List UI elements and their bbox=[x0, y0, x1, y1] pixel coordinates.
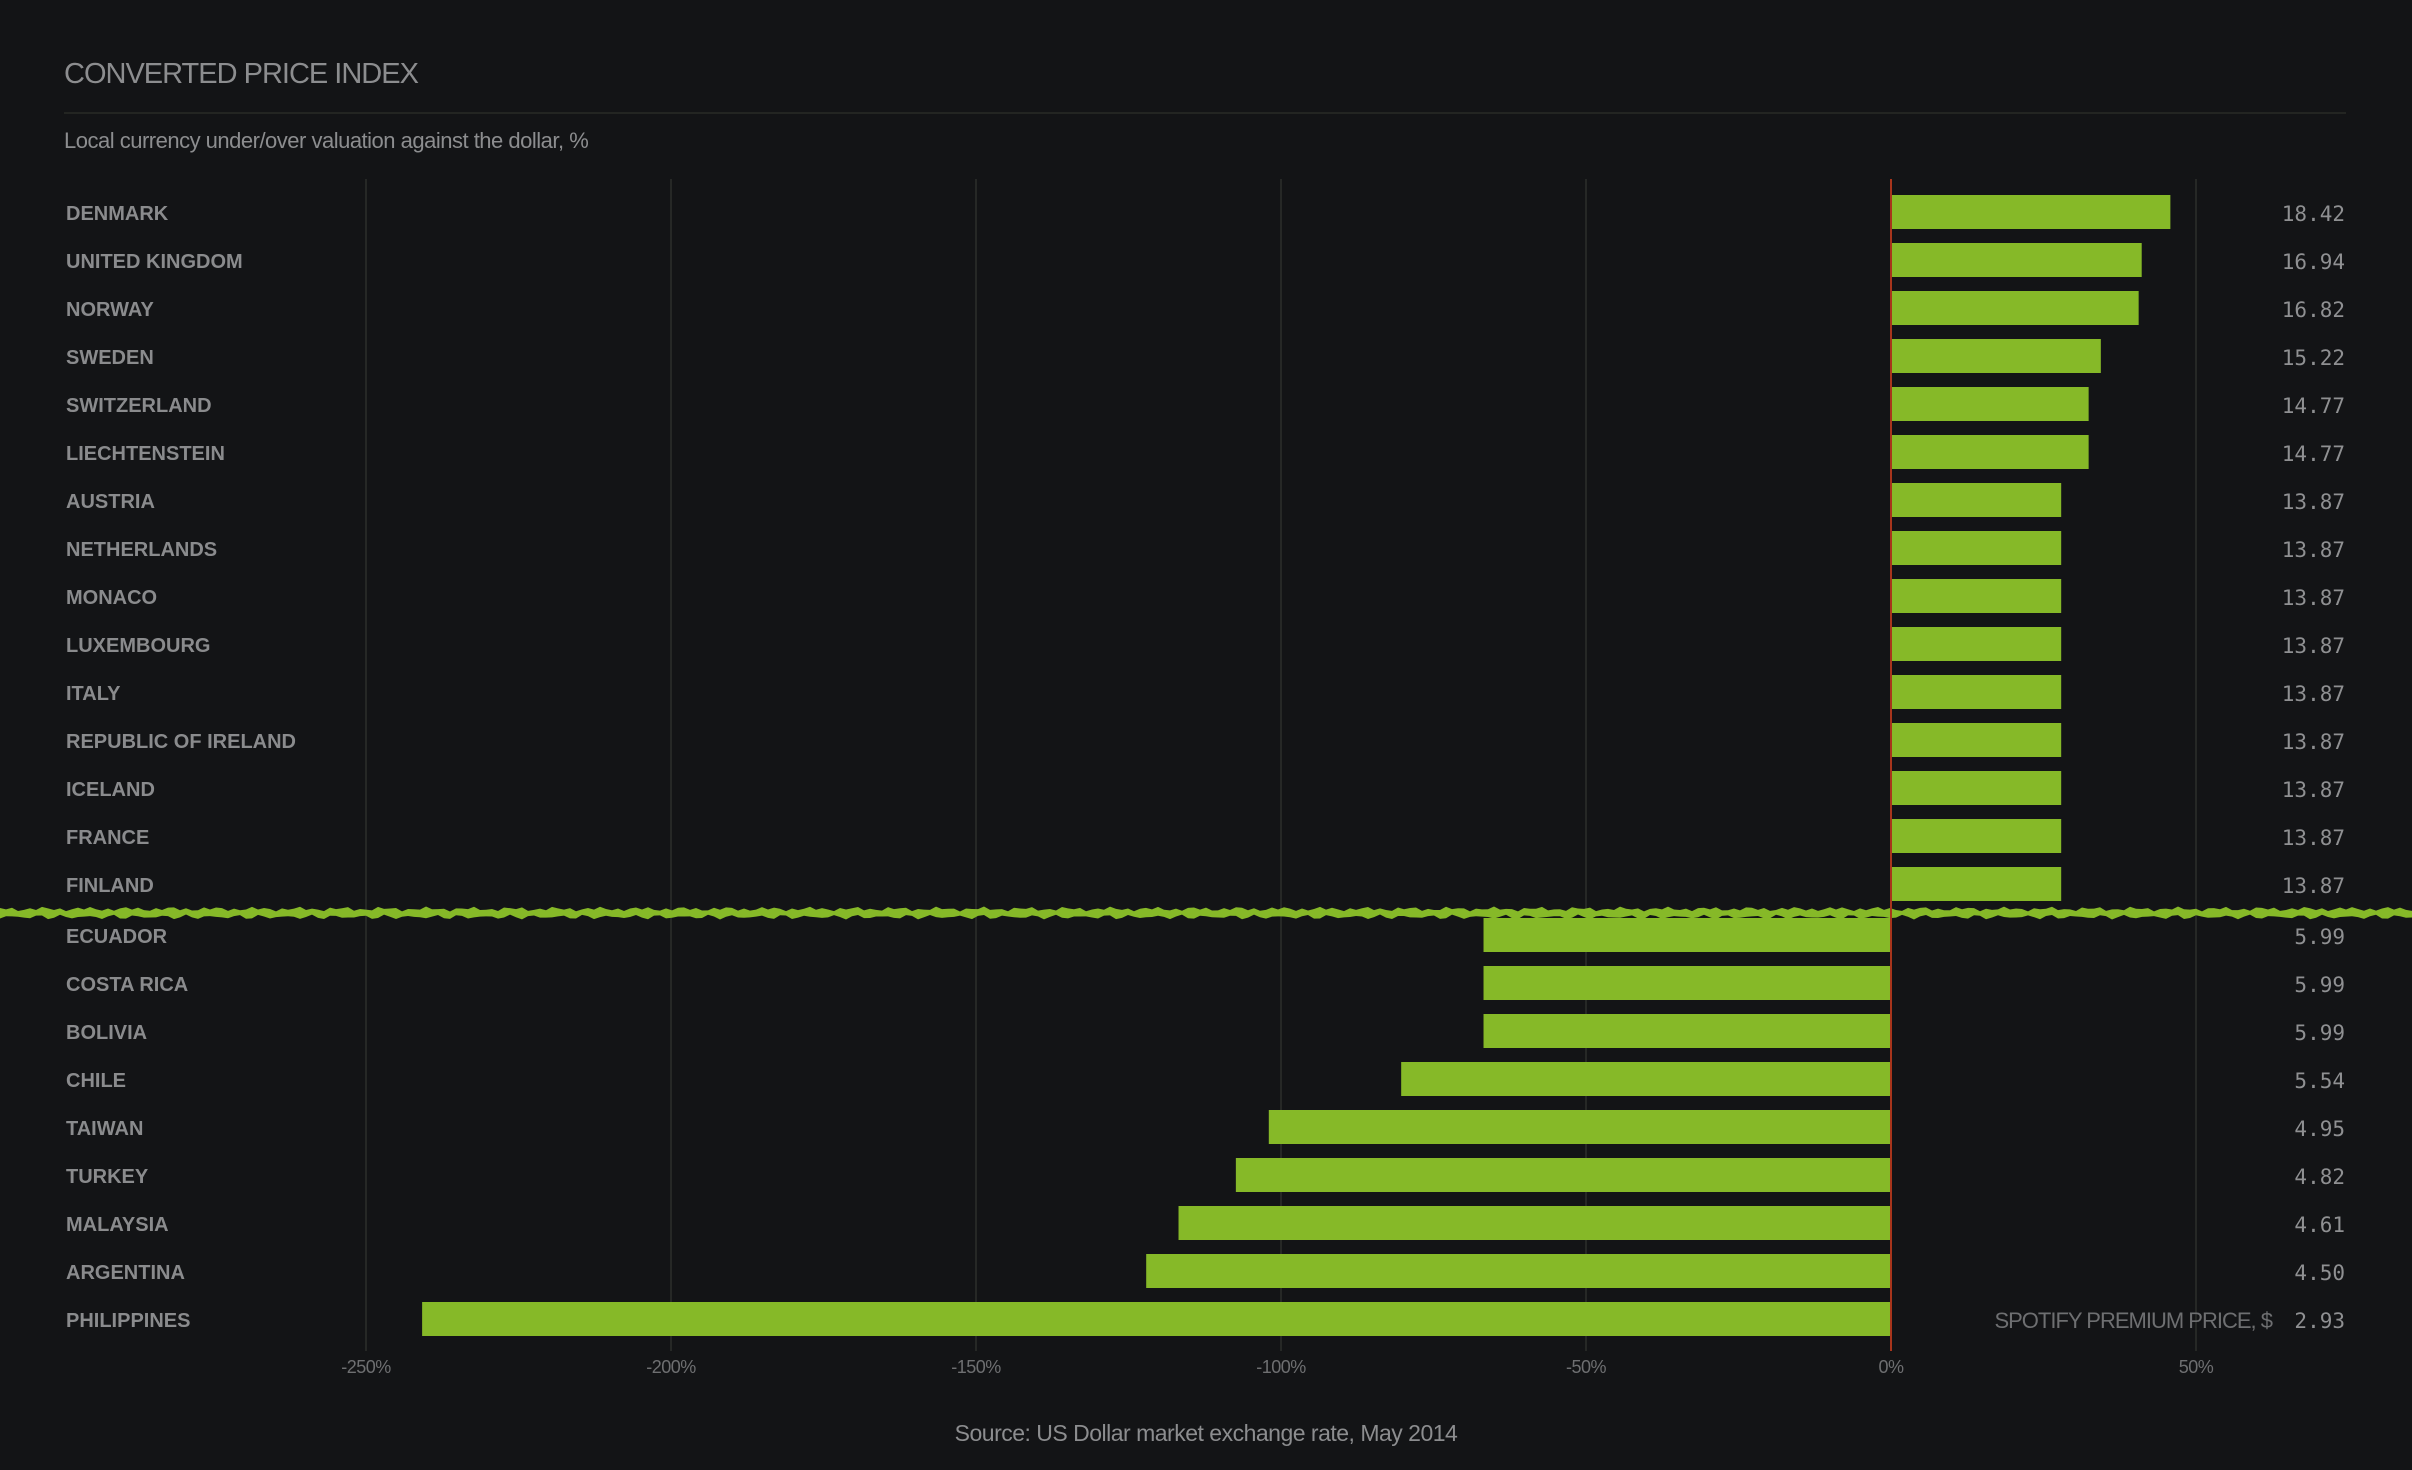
price-value: 13.87 bbox=[2282, 874, 2345, 898]
price-value: 13.87 bbox=[2282, 490, 2345, 514]
source-note: Source: US Dollar market exchange rate, … bbox=[954, 1420, 1458, 1446]
bar bbox=[1891, 579, 2062, 613]
x-tick-label: -250% bbox=[341, 1357, 391, 1377]
x-tick-label: -50% bbox=[1566, 1357, 1607, 1377]
bar bbox=[1891, 243, 2142, 277]
price-values: 18.42 16.94 16.82 15.22 14.77 14.77 13.87 13.87… bbox=[2282, 202, 2345, 1333]
bar bbox=[1483, 1014, 1891, 1048]
bar bbox=[1891, 819, 2062, 853]
category-label: ARGENTINA bbox=[66, 1262, 185, 1284]
bar bbox=[1891, 675, 2062, 709]
bar bbox=[1268, 1110, 1891, 1144]
category-label: SWEDEN bbox=[66, 347, 154, 369]
bars bbox=[422, 195, 2171, 1336]
bar bbox=[1891, 771, 2062, 805]
axis-break-line bbox=[0, 906, 2412, 920]
price-value: 5.99 bbox=[2294, 925, 2345, 949]
bar-chart: DENMARK UNITED KINGDOM NORWAY SWEDEN SWITZER… bbox=[0, 179, 2412, 1377]
price-value: 5.54 bbox=[2294, 1069, 2345, 1093]
x-axis-ticks: -250% -200% -150% -100% -50% 0% 50% bbox=[341, 1357, 2214, 1377]
price-value: 13.87 bbox=[2282, 538, 2345, 562]
category-label: CHILE bbox=[66, 1070, 126, 1092]
price-value: 13.87 bbox=[2282, 682, 2345, 706]
price-value: 13.87 bbox=[2282, 730, 2345, 754]
category-label: TAIWAN bbox=[66, 1118, 143, 1140]
category-labels: DENMARK UNITED KINGDOM NORWAY SWEDEN SWITZER… bbox=[66, 203, 296, 1332]
price-value: 14.77 bbox=[2282, 394, 2345, 418]
bar bbox=[1483, 966, 1891, 1000]
x-tick-label: -100% bbox=[1256, 1357, 1306, 1377]
axis-break bbox=[0, 906, 2412, 920]
price-value: 16.94 bbox=[2282, 250, 2345, 274]
x-tick-label: -150% bbox=[951, 1357, 1001, 1377]
category-label: SWITZERLAND bbox=[66, 395, 212, 417]
category-label: ICELAND bbox=[66, 779, 155, 801]
bar bbox=[1235, 1158, 1891, 1192]
price-value: 5.99 bbox=[2294, 1021, 2345, 1045]
x-tick-label: 50% bbox=[2179, 1357, 2214, 1377]
bar bbox=[1891, 723, 2062, 757]
category-label: NETHERLANDS bbox=[66, 539, 217, 561]
bar bbox=[1891, 291, 2139, 325]
price-value: 4.50 bbox=[2294, 1261, 2345, 1285]
price-value: 13.87 bbox=[2282, 826, 2345, 850]
bar bbox=[1401, 1062, 1891, 1096]
bar bbox=[1146, 1254, 1891, 1288]
x-tick-label: -200% bbox=[646, 1357, 696, 1377]
price-value: 13.87 bbox=[2282, 778, 2345, 802]
price-value: 18.42 bbox=[2282, 202, 2345, 226]
bar bbox=[1891, 195, 2171, 229]
bar bbox=[1891, 387, 2089, 421]
bar bbox=[1891, 867, 2062, 901]
price-value: 14.77 bbox=[2282, 442, 2345, 466]
price-column-label: SPOTIFY PREMIUM PRICE, $ bbox=[1994, 1308, 2272, 1333]
price-value: 13.87 bbox=[2282, 634, 2345, 658]
price-value: 2.93 bbox=[2294, 1309, 2345, 1333]
price-value: 4.61 bbox=[2294, 1213, 2345, 1237]
category-label: PHILIPPINES bbox=[66, 1310, 190, 1332]
price-value: 5.99 bbox=[2294, 973, 2345, 997]
category-label: MONACO bbox=[66, 587, 157, 609]
bar bbox=[1891, 531, 2062, 565]
category-label: AUSTRIA bbox=[66, 491, 155, 513]
price-value: 16.82 bbox=[2282, 298, 2345, 322]
x-tick-label: 0% bbox=[1878, 1357, 1904, 1377]
bar bbox=[1891, 627, 2062, 661]
bar bbox=[1891, 339, 2101, 373]
bar bbox=[1178, 1206, 1891, 1240]
bar bbox=[1891, 435, 2089, 469]
category-label: DENMARK bbox=[66, 203, 169, 225]
category-label: MALAYSIA bbox=[66, 1214, 169, 1236]
category-label: FINLAND bbox=[66, 875, 154, 897]
price-value: 4.82 bbox=[2294, 1165, 2345, 1189]
category-label: COSTA RICA bbox=[66, 974, 188, 996]
price-value: 15.22 bbox=[2282, 346, 2345, 370]
bar bbox=[1483, 918, 1891, 952]
category-label: LIECHTENSTEIN bbox=[66, 443, 225, 465]
category-label: BOLIVIA bbox=[66, 1022, 147, 1044]
bar bbox=[422, 1302, 1891, 1336]
category-label: REPUBLIC OF IRELAND bbox=[66, 731, 296, 753]
bar bbox=[1891, 483, 2062, 517]
category-label: TURKEY bbox=[66, 1166, 149, 1188]
price-value: 13.87 bbox=[2282, 586, 2345, 610]
category-label: LUXEMBOURG bbox=[66, 635, 210, 657]
category-label: ECUADOR bbox=[66, 926, 168, 948]
category-label: FRANCE bbox=[66, 827, 149, 849]
category-label: UNITED KINGDOM bbox=[66, 251, 243, 273]
price-value: 4.95 bbox=[2294, 1117, 2345, 1141]
category-label: NORWAY bbox=[66, 299, 154, 321]
category-label: ITALY bbox=[66, 683, 121, 705]
